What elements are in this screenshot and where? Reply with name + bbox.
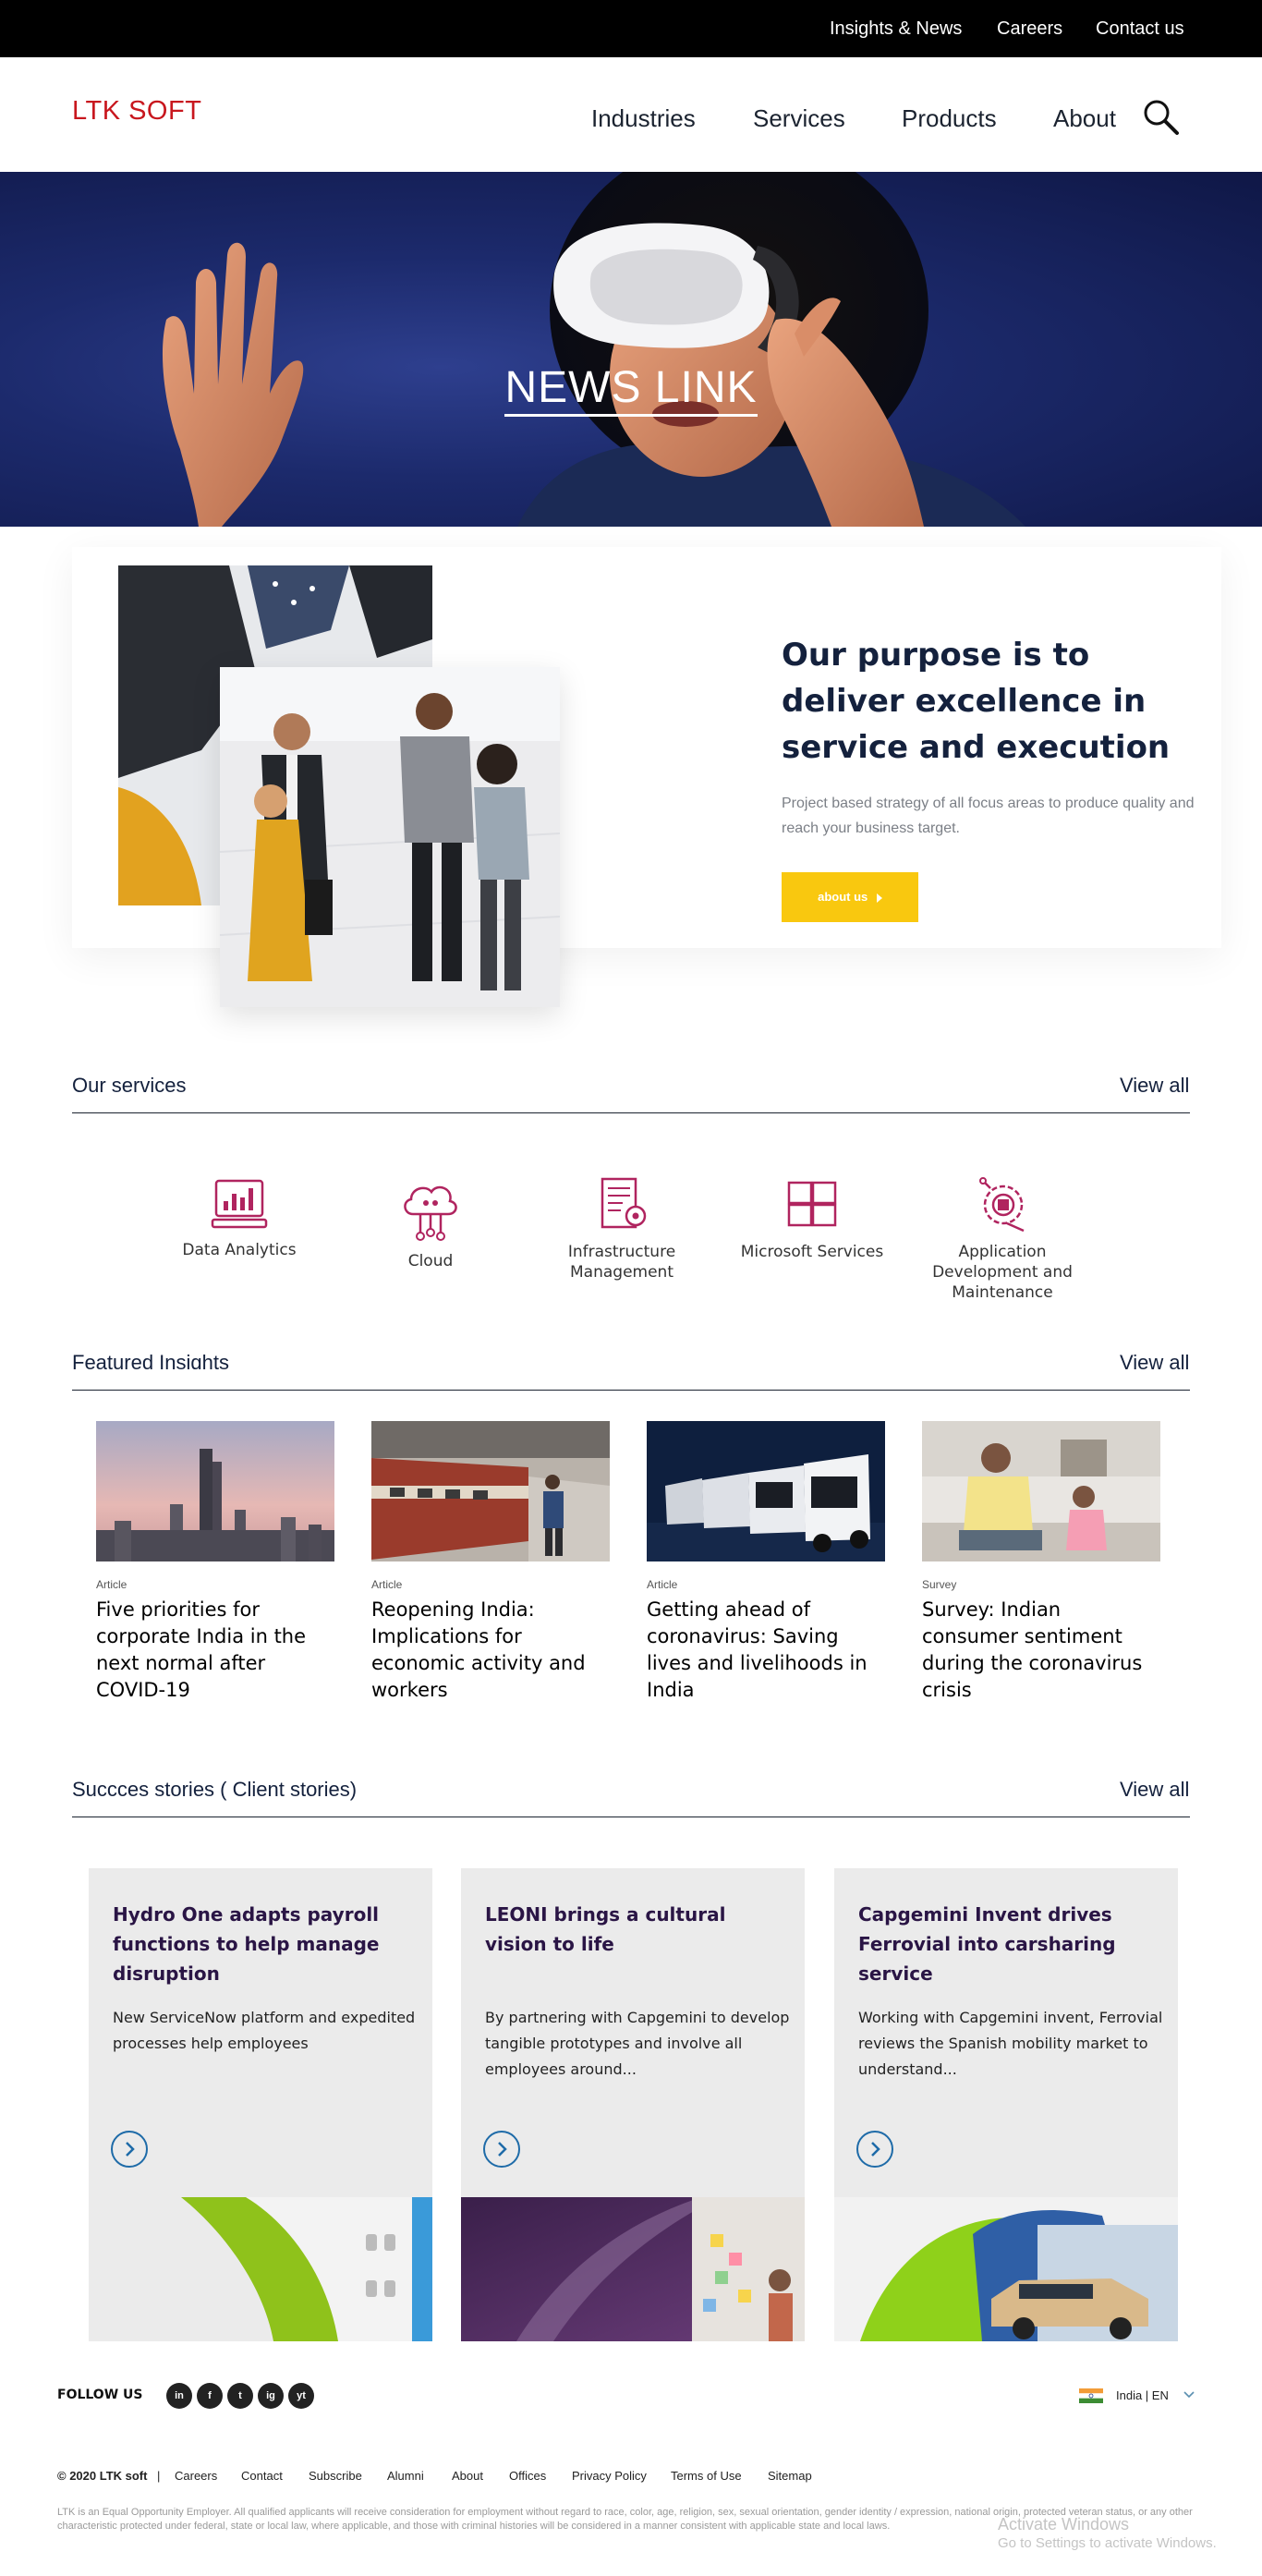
service-label: Microsoft Services <box>740 1243 884 1261</box>
hero-vr-photo <box>162 172 1025 527</box>
india-flag-icon <box>1079 2388 1103 2403</box>
footer-link-alumni[interactable]: Alumni <box>387 2469 424 2483</box>
insight-image-rickshaws <box>647 1421 885 1561</box>
infrastructure-icon <box>601 1177 647 1229</box>
hero-title-text: NEWS LINK <box>504 363 758 417</box>
data-analytics-icon <box>211 1179 268 1229</box>
story-text: Working with Capgemini invent, Ferrovial… <box>858 2009 1163 2078</box>
nav-products[interactable]: Products <box>902 104 997 133</box>
insight-card[interactable]: Article Reopening India: Implications fo… <box>371 1421 610 1704</box>
story-card[interactable]: Hydro One adapts payroll functions to he… <box>89 1868 432 2341</box>
purpose-heading: Our purpose is to deliver excellence in … <box>782 637 1171 766</box>
insight-type: Article <box>371 1578 403 1591</box>
stories-title: Succces stories ( Client stories) <box>72 1778 358 1801</box>
story-card[interactable]: Capgemini Invent drives Ferrovial into c… <box>834 1868 1178 2341</box>
footer-link-privacy-policy[interactable]: Privacy Policy <box>572 2469 647 2483</box>
contact-us-link[interactable]: Contact us <box>1096 18 1184 40</box>
app-development-icon <box>979 1177 1025 1233</box>
insights-title: Featured Insights <box>72 1351 229 1369</box>
insight-type: Survey <box>922 1578 957 1591</box>
page: Insights & News Careers Contact us LTK S… <box>0 0 1262 2576</box>
services-title: Our services <box>72 1074 187 1097</box>
service-infrastructure-management[interactable]: Infrastructure Management <box>543 1177 700 1282</box>
story-image-car <box>834 2197 1178 2341</box>
arrow-right-circle-icon[interactable] <box>111 2131 148 2168</box>
insight-type: Article <box>647 1578 678 1591</box>
service-label: Application Development and Maintenance <box>932 1243 1073 1302</box>
insight-card[interactable]: Article Getting ahead of coronavirus: Sa… <box>647 1421 885 1704</box>
footer-link-subscribe[interactable]: Subscribe <box>309 2469 362 2483</box>
facebook-icon[interactable]: f <box>197 2383 223 2409</box>
footer-link-terms-of-use[interactable]: Terms of Use <box>671 2469 742 2483</box>
activate-windows-text: Go to Settings to activate Windows. <box>998 2535 1217 2551</box>
caret-right-icon <box>876 893 882 903</box>
about-us-button-label: about us <box>818 890 868 904</box>
footer-separator: | <box>157 2469 161 2483</box>
nav-industries[interactable]: Industries <box>591 104 696 133</box>
insights-divider <box>72 1390 1190 1391</box>
hero-title: NEWS LINK <box>0 362 1262 417</box>
microsoft-icon <box>787 1181 837 1227</box>
hero-banner: NEWS LINK <box>0 172 1262 527</box>
follow-us-label: FOLLOW US <box>57 2388 143 2402</box>
service-label: Data Analytics <box>182 1241 297 1259</box>
services-divider <box>72 1112 1190 1113</box>
service-label: Cloud <box>407 1252 454 1270</box>
purpose-text: Project based strategy of all focus area… <box>782 796 1195 836</box>
story-image-outlet <box>89 2197 432 2341</box>
search-icon[interactable] <box>1142 98 1181 137</box>
insight-title: Getting ahead of coronavirus: Saving liv… <box>647 1598 868 1701</box>
copyright: © 2020 LTK soft <box>57 2469 148 2483</box>
locale-selector[interactable]: India | EN <box>1116 2388 1169 2402</box>
insight-card[interactable]: Survey Survey: Indian consumer sentiment… <box>922 1421 1160 1704</box>
service-application-development[interactable]: Application Development and Maintenance <box>924 1177 1081 1303</box>
story-title: Capgemini Invent drives Ferrovial into c… <box>858 1903 1116 1985</box>
story-title: Hydro One adapts payroll functions to he… <box>113 1903 380 1985</box>
insight-type: Article <box>96 1578 127 1591</box>
top-utility-bar: Insights & News Careers Contact us <box>0 0 1262 57</box>
services-view-all-link[interactable]: View all <box>1120 1074 1189 1098</box>
youtube-icon[interactable]: yt <box>288 2383 314 2409</box>
story-text: By partnering with Capgemini to develop … <box>485 2009 790 2078</box>
insight-image-family <box>922 1421 1160 1561</box>
arrow-right-circle-icon[interactable] <box>856 2131 893 2168</box>
insight-image-train <box>371 1421 610 1561</box>
nav-services[interactable]: Services <box>753 104 845 133</box>
insight-title: Survey: Indian consumer sentiment during… <box>922 1598 1143 1701</box>
service-label: Infrastructure Management <box>567 1243 676 1282</box>
story-card[interactable]: LEONI brings a cultural vision to life B… <box>461 1868 805 2341</box>
about-us-button[interactable]: about us <box>782 872 918 922</box>
footer-link-offices[interactable]: Offices <box>509 2469 546 2483</box>
service-microsoft-services[interactable]: Microsoft Services <box>734 1177 891 1262</box>
cloud-icon <box>404 1185 457 1241</box>
footer-link-contact[interactable]: Contact <box>241 2469 283 2483</box>
service-cloud[interactable]: Cloud <box>352 1177 509 1271</box>
insights-news-link[interactable]: Insights & News <box>830 18 962 40</box>
insight-card[interactable]: Article Five priorities for corporate In… <box>96 1421 334 1704</box>
insights-view-all-link[interactable]: View all <box>1120 1351 1189 1375</box>
story-image-office <box>461 2197 805 2341</box>
activate-windows-title: Activate Windows <box>998 2515 1130 2533</box>
twitter-icon[interactable]: t <box>227 2383 253 2409</box>
logo[interactable]: LTK SOFT <box>72 96 201 127</box>
instagram-icon[interactable]: ig <box>258 2383 284 2409</box>
footer-link-sitemap[interactable]: Sitemap <box>768 2469 812 2483</box>
stories-view-all-link[interactable]: View all <box>1120 1778 1189 1802</box>
linkedin-icon[interactable]: in <box>166 2383 192 2409</box>
footer-link-about[interactable]: About <box>452 2469 483 2483</box>
insight-title: Five priorities for corporate India in t… <box>96 1598 307 1701</box>
chevron-down-icon[interactable] <box>1183 2389 1195 2400</box>
footer-link-careers[interactable]: Careers <box>175 2469 217 2483</box>
arrow-right-circle-icon[interactable] <box>483 2131 520 2168</box>
service-data-analytics[interactable]: Data Analytics <box>161 1177 318 1260</box>
story-title: LEONI brings a cultural vision to life <box>485 1903 726 1955</box>
insight-title: Reopening India: Implications for econom… <box>371 1598 586 1701</box>
nav-about[interactable]: About <box>1053 104 1116 133</box>
team-photo-front <box>220 667 560 1007</box>
insight-image-skyline <box>96 1421 334 1561</box>
careers-link[interactable]: Careers <box>997 18 1062 40</box>
story-text: New ServiceNow platform and expedited pr… <box>113 2009 416 2052</box>
